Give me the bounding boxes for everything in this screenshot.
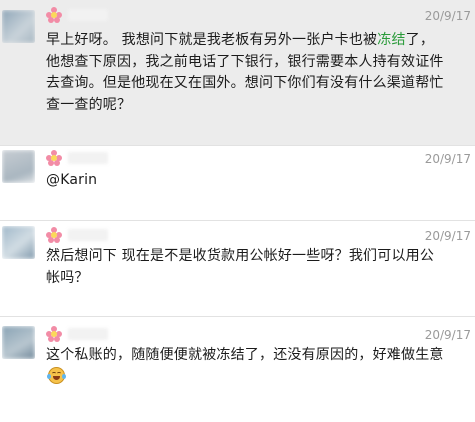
sender-name-redacted: [68, 229, 108, 241]
keyword-link[interactable]: 冻结: [377, 32, 405, 48]
sender-name[interactable]: [46, 6, 108, 24]
message-time: 20/9/17: [424, 229, 471, 243]
sender-name[interactable]: [46, 149, 108, 167]
message-text: 早上好呀。 我想问下就是我老板有另外一张户卡也被冻结了，他想查下原因，我之前电话…: [46, 30, 446, 116]
sender-name-redacted: [68, 328, 108, 340]
message-text-part: 这个私账的，随随便便就被冻结了，还没有原因的，好难做生意: [46, 347, 444, 363]
avatar[interactable]: [2, 326, 35, 359]
avatar[interactable]: [2, 10, 35, 43]
flower-icon: [46, 326, 62, 342]
avatar[interactable]: [2, 150, 35, 183]
chat-message[interactable]: 20/9/17 这个私账的，随随便便就被冻结了，还没有原因的，好难做生意: [0, 317, 475, 422]
message-time: 20/9/17: [424, 9, 471, 23]
flower-icon: [46, 7, 62, 23]
sender-name[interactable]: [46, 325, 108, 343]
message-time: 20/9/17: [424, 152, 471, 166]
flower-icon: [46, 150, 62, 166]
message-time: 20/9/17: [424, 328, 471, 342]
message-text-part: 早上好呀。 我想问下就是我老板有另外一张户卡也被: [46, 32, 378, 48]
message-text: 然后想问下 现在是不是收货款用公帐好一些呀？我们可以用公帐吗？: [46, 248, 435, 286]
sender-name-redacted: [68, 152, 108, 164]
sender-name-redacted: [68, 9, 108, 21]
avatar[interactable]: [2, 226, 35, 259]
flower-icon: [46, 227, 62, 243]
message-text: @Karin: [46, 172, 98, 188]
chat-message[interactable]: 20/9/17 早上好呀。 我想问下就是我老板有另外一张户卡也被冻结了，他想查下…: [0, 0, 475, 145]
message-text: 这个私账的，随随便便就被冻结了，还没有原因的，好难做生意: [46, 345, 446, 388]
laughing-crying-emoji-icon: [47, 366, 66, 384]
chat-message-list: 20/9/17 早上好呀。 我想问下就是我老板有另外一张户卡也被冻结了，他想查下…: [0, 0, 475, 422]
chat-message[interactable]: 20/9/17 然后想问下 现在是不是收货款用公帐好一些呀？我们可以用公帐吗？: [0, 221, 475, 316]
sender-name[interactable]: [46, 226, 108, 244]
chat-message[interactable]: 20/9/17 @Karin: [0, 146, 475, 220]
